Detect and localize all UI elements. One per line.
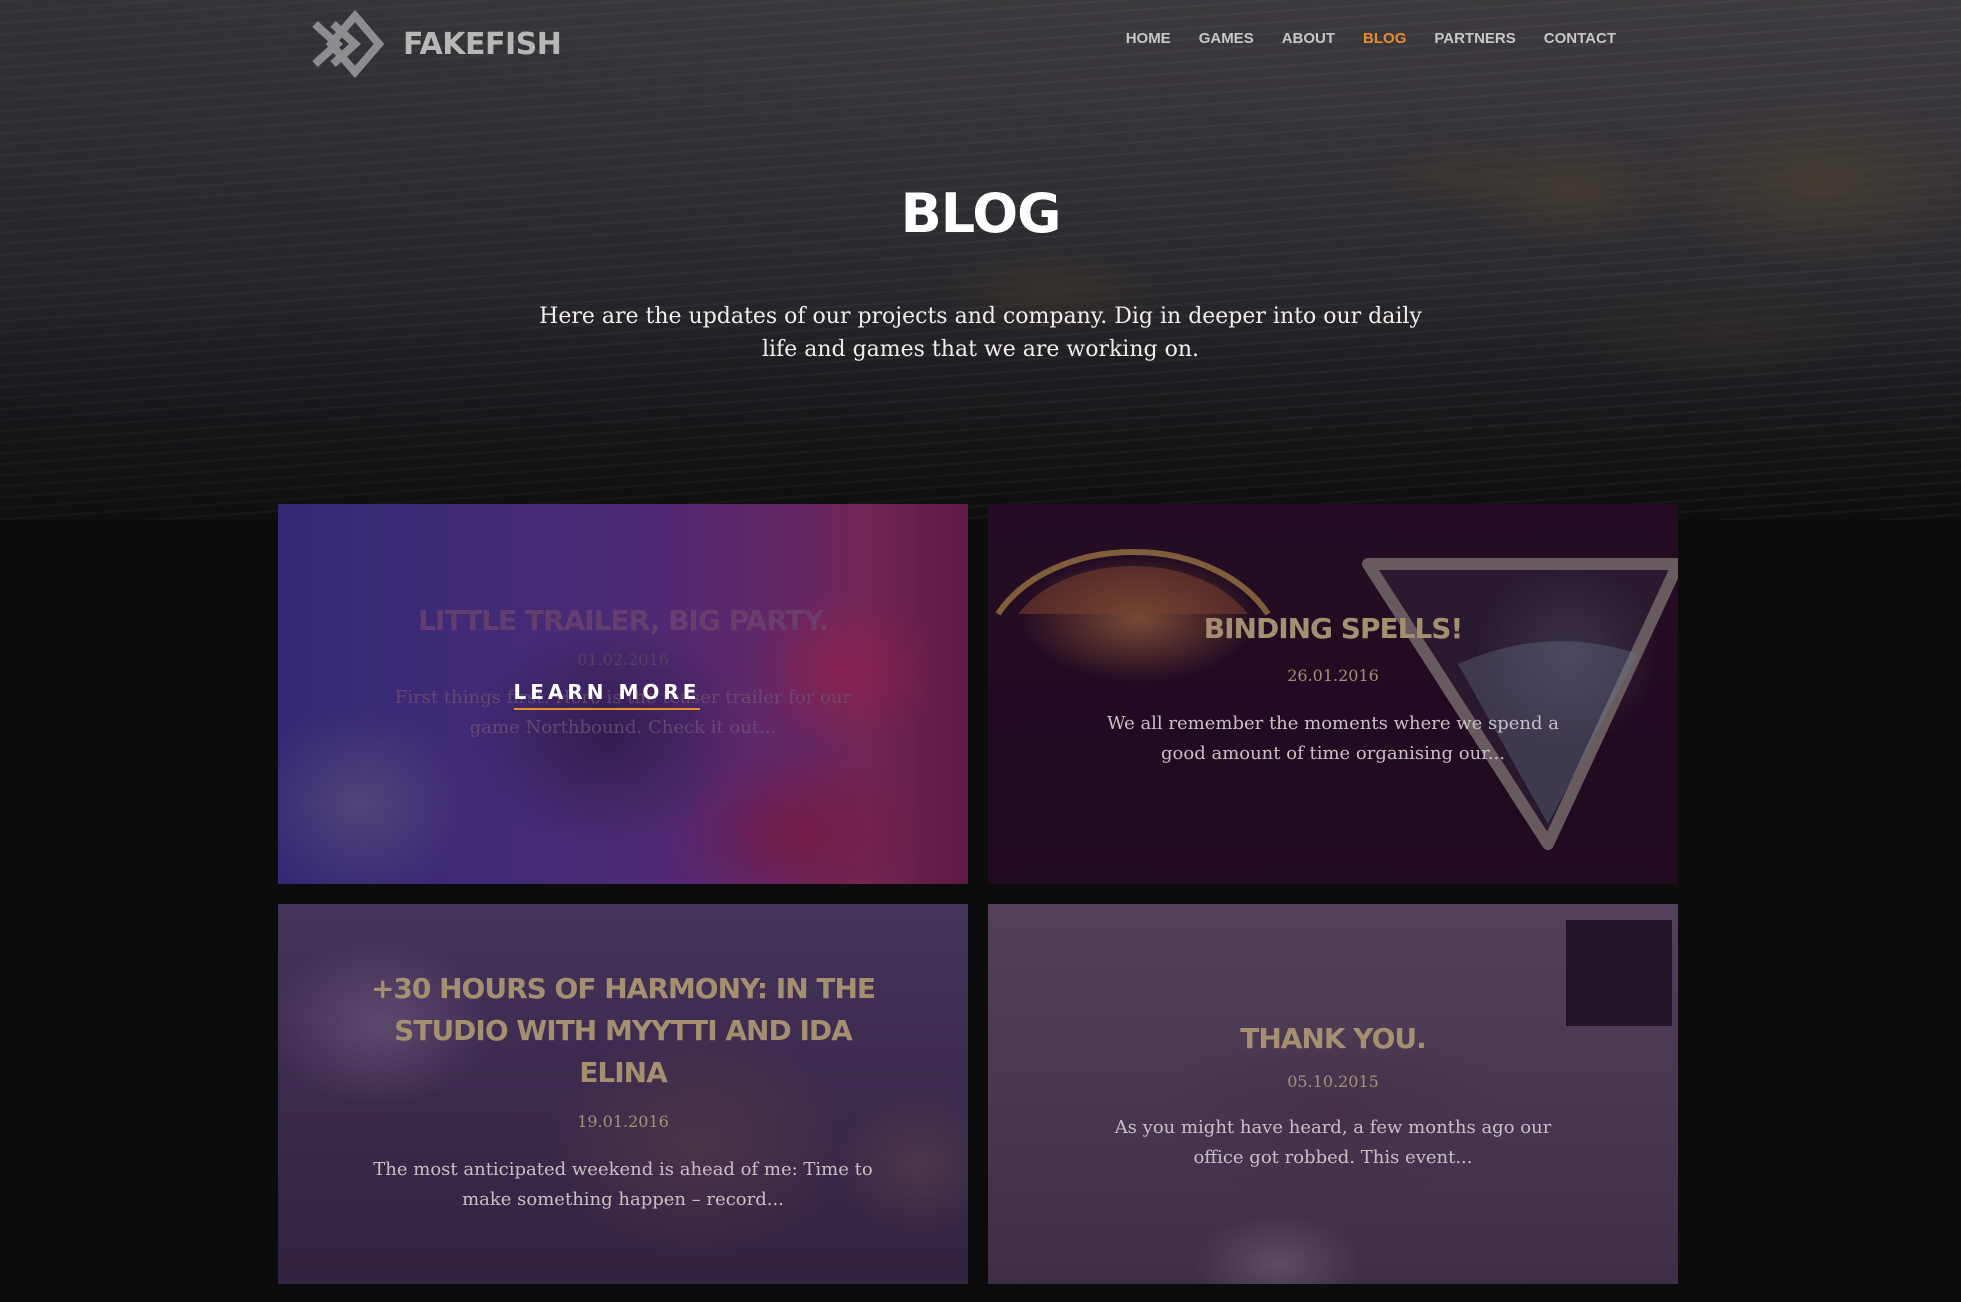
blog-post-card-3[interactable]: +30 HOURS OF HARMONY: IN THE STUDIO WITH… [278,904,968,1284]
nav-home[interactable]: HOME [1126,30,1171,47]
post-excerpt: As you might have heard, a few months ag… [1114,1117,1552,1168]
nav-contact[interactable]: CONTACT [1544,30,1616,47]
nav-games[interactable]: GAMES [1199,30,1254,47]
nav-partners[interactable]: PARTNERS [1434,30,1515,47]
post-title: +30 HOURS OF HARMONY: IN THE STUDIO WITH… [370,972,876,1089]
page-subtitle: Here are the updates of our projects and… [539,304,1422,362]
post-date: 05.10.2015 [1287,1072,1379,1091]
blog-post-card-1[interactable]: LITTLE TRAILER, BIG PARTY. 01.02.2016 Fi… [278,504,968,884]
post-date: 26.01.2016 [1287,666,1379,685]
blog-page: FAKEFISH HOME GAMES ABOUT BLOG PARTNERS … [0,0,1961,1302]
post-excerpt: The most anticipated weekend is ahead of… [373,1159,873,1210]
nav-blog[interactable]: BLOG [1363,30,1406,47]
site-logo[interactable]: FAKEFISH [311,10,562,78]
nav-about[interactable]: ABOUT [1282,30,1335,47]
post-title: THANK YOU. [1240,1022,1427,1055]
post-date: 01.02.2016 [577,650,669,669]
blog-post-card-2[interactable]: BINDING SPELLS! 26.01.2016 We all rememb… [988,504,1678,884]
post-date: 19.01.2016 [577,1112,669,1131]
page-title: BLOG [900,182,1062,245]
main-nav: HOME GAMES ABOUT BLOG PARTNERS CONTACT [1126,30,1616,47]
brand-name: FAKEFISH [403,26,562,62]
fakefish-logo-icon [312,10,385,78]
post-excerpt: We all remember the moments where we spe… [1107,713,1559,764]
post-title: LITTLE TRAILER, BIG PARTY. [418,604,829,637]
post-title: BINDING SPELLS! [1203,612,1463,645]
blog-post-card-4[interactable]: THANK YOU. 05.10.2015 As you might have … [988,904,1678,1284]
learn-more-link[interactable]: LEARN MORE [513,680,701,710]
